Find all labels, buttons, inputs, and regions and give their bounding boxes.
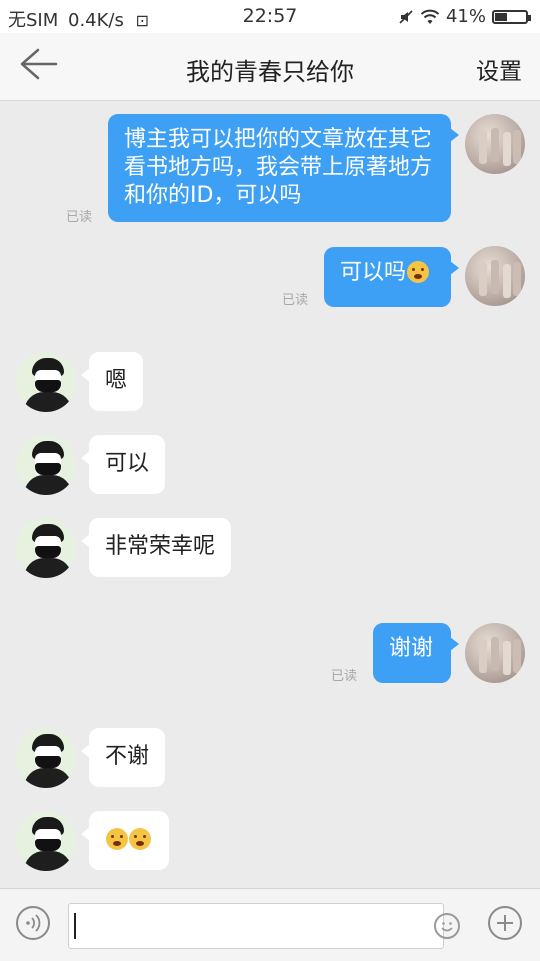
my-avatar[interactable] <box>465 246 525 306</box>
scared-face-icon <box>106 828 128 850</box>
title-bar: 我的青春只给你 设置 <box>0 33 540 101</box>
contact-avatar[interactable] <box>16 728 76 788</box>
avatar-body <box>24 768 72 788</box>
status-right: 41% <box>398 6 531 27</box>
message-text: 非常荣幸呢 <box>105 534 216 559</box>
contact-avatar[interactable] <box>16 352 76 412</box>
avatar-body <box>24 851 72 871</box>
battery-fill <box>495 12 508 21</box>
smiley-icon <box>441 922 453 932</box>
status-bar: 无SIM 0.4K/s ⊡ 22:57 41% <box>0 0 540 33</box>
voice-icon <box>26 914 41 932</box>
message-bubble-out[interactable]: 可以吗 <box>324 247 459 307</box>
battery-icon <box>492 9 531 24</box>
message-text: 可以吗 <box>340 260 407 285</box>
message-bubble-in[interactable] <box>81 811 169 870</box>
message-input[interactable] <box>68 903 444 949</box>
contact-avatar[interactable] <box>16 811 76 871</box>
message-text: 博主我可以把你的文章放在其它看书地方吗，我会带上原著地方和你的ID，可以吗 <box>124 127 433 208</box>
contact-avatar[interactable] <box>16 435 76 495</box>
avatar-body <box>24 558 72 578</box>
avatar-body <box>24 475 72 495</box>
my-avatar[interactable] <box>465 623 525 683</box>
my-avatar[interactable] <box>465 114 525 174</box>
mute-icon <box>399 9 413 24</box>
plus-button[interactable] <box>488 906 522 940</box>
avatar-mask <box>35 546 61 558</box>
read-status: 已读 <box>331 669 358 684</box>
avatar-body <box>24 392 72 412</box>
wifi-icon <box>420 9 440 24</box>
message-bubble-in[interactable]: 嗯 <box>80 352 144 411</box>
read-status: 已读 <box>282 293 309 308</box>
message-text: 不谢 <box>105 744 150 769</box>
contact-avatar[interactable] <box>16 518 76 578</box>
avatar-mask <box>35 839 61 851</box>
settings-button[interactable]: 设置 <box>476 52 522 86</box>
message-bubble-in[interactable]: 可以 <box>80 435 166 494</box>
message-text: 嗯 <box>105 368 128 393</box>
avatar-mask <box>35 463 61 475</box>
message-bubble-out[interactable]: 博主我可以把你的文章放在其它看书地方吗，我会带上原著地方和你的ID，可以吗 <box>108 114 459 222</box>
avatar-mask <box>35 756 61 768</box>
message-bubble-in[interactable]: 不谢 <box>80 728 166 787</box>
message-bubble-out[interactable]: 谢谢 <box>373 623 459 683</box>
text-caret <box>74 913 76 939</box>
message-text: 谢谢 <box>389 636 434 661</box>
read-status: 已读 <box>66 210 93 225</box>
message-bubble-in[interactable]: 非常荣幸呢 <box>80 518 232 577</box>
message-text: 可以 <box>105 451 150 476</box>
emoji-button[interactable] <box>434 913 460 939</box>
avatar-mask <box>35 380 61 392</box>
battery-percent: 41% <box>445 6 486 27</box>
plus-icon <box>497 915 513 931</box>
scared-face-icon <box>129 828 151 850</box>
page-title: 我的青春只给你 <box>186 58 354 86</box>
grimace-face-icon <box>407 261 430 283</box>
voice-button[interactable] <box>16 906 50 940</box>
input-bar <box>0 888 540 961</box>
